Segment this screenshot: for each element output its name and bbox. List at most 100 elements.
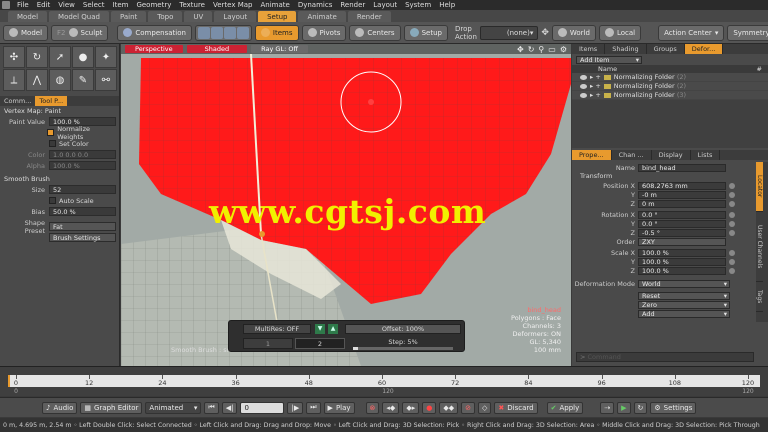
brush-settings-button[interactable]: Brush Settings — [49, 233, 116, 242]
eye-icon[interactable] — [580, 92, 587, 98]
tab-animate[interactable]: Animate — [298, 11, 346, 22]
keyframe-dot-icon[interactable] — [729, 229, 735, 236]
prev-key-icon[interactable]: ◀| — [221, 401, 238, 414]
menu-texture[interactable]: Texture — [175, 1, 209, 9]
weight-tool-icon[interactable]: ◍ — [49, 69, 71, 91]
menu-animate[interactable]: Animate — [256, 1, 293, 9]
order-select[interactable]: ZXY — [638, 237, 726, 246]
tab-render[interactable]: Render — [347, 11, 391, 22]
side-tab-tags[interactable]: Tags — [756, 282, 763, 312]
color-field[interactable]: 1.0 0.0 0.0 — [49, 150, 116, 159]
tab-groups[interactable]: Groups — [647, 44, 685, 54]
tab-paint[interactable]: Paint — [110, 11, 147, 22]
step-slider[interactable] — [353, 347, 453, 350]
play-button[interactable]: ▶ Play — [323, 401, 355, 414]
tab-model-quad[interactable]: Model Quad — [49, 11, 109, 22]
tab-channels[interactable]: Chan ... — [612, 150, 652, 160]
menu-item[interactable]: Item — [109, 1, 133, 9]
position-y-field[interactable]: -0 m — [638, 190, 726, 199]
keyframe-dot-icon[interactable] — [729, 211, 735, 218]
tab-items[interactable]: Items — [572, 44, 606, 54]
keyframe-dot-icon[interactable] — [729, 258, 735, 265]
menu-view[interactable]: View — [54, 1, 79, 9]
alpha-field[interactable]: 100.0 % — [49, 161, 116, 170]
menu-edit[interactable]: Edit — [33, 1, 55, 9]
menu-file[interactable]: File — [13, 1, 33, 9]
offset-slider[interactable]: Offset: 100% — [345, 324, 461, 334]
side-tab-user-channels[interactable]: User Channels — [756, 212, 763, 282]
settings-view-icon[interactable]: ⚙ — [560, 45, 567, 54]
pointer-tool-icon[interactable]: ➚ — [49, 46, 71, 68]
scale-x-field[interactable]: 100.0 % — [638, 248, 726, 257]
multires-toggle[interactable]: MultiRes: OFF — [243, 324, 311, 334]
transform-tool-icon[interactable]: ✣ — [3, 46, 25, 68]
eye-icon[interactable] — [580, 83, 587, 89]
scale-y-field[interactable]: 100.0 % — [638, 257, 726, 266]
name-field[interactable]: bind_head — [638, 163, 726, 172]
apply-button[interactable]: ✔ Apply — [546, 401, 584, 414]
command-input[interactable]: > Command — [576, 352, 754, 362]
auto-scale-checkbox[interactable] — [49, 197, 56, 204]
current-frame-marker[interactable] — [8, 375, 10, 387]
settings-button[interactable]: ⚙ Settings — [650, 401, 697, 414]
auto-key-icon[interactable]: ⊗ — [365, 401, 380, 414]
step-back-icon[interactable]: ⇢ — [600, 401, 615, 414]
size-field[interactable]: 52 — [49, 185, 116, 194]
rotation-z-field[interactable]: -0.5 ° — [638, 228, 726, 237]
position-x-field[interactable]: 608.2763 mm — [638, 181, 726, 190]
polygon-mode-icon[interactable] — [223, 26, 236, 39]
chain-tool-icon[interactable]: ⚯ — [95, 69, 117, 91]
normalize-weights-row[interactable]: Normalize Weights — [0, 125, 119, 141]
keyframe-dot-icon[interactable] — [729, 249, 735, 256]
menu-select[interactable]: Select — [79, 1, 109, 9]
tree-row-folder[interactable]: ▸ + Normalizing Folder (2) — [572, 82, 768, 91]
world-button[interactable]: World — [551, 24, 596, 41]
shape-preset-select[interactable]: Fat — [49, 222, 116, 231]
shading-menu[interactable]: Shaded — [186, 45, 248, 53]
timeline[interactable]: 0 12 24 36 48 60 72 84 96 108 120 0 120 120 — [0, 366, 768, 396]
next-key-icon[interactable]: |▶ — [287, 401, 304, 414]
locator-center[interactable] — [368, 99, 374, 105]
compensation-button[interactable]: Compensation — [117, 24, 192, 41]
menu-geometry[interactable]: Geometry — [132, 1, 175, 9]
tab-shading[interactable]: Shading — [605, 44, 647, 54]
tree-row-folder[interactable]: ▸ + Normalizing Folder (3) — [572, 91, 768, 100]
pivots-button[interactable]: Pivots — [301, 24, 347, 41]
delete-key-icon[interactable]: ⊘ — [461, 401, 475, 414]
action-center-button[interactable]: Action Center ▾ — [658, 24, 725, 41]
animated-select[interactable]: Animated ▾ — [145, 401, 202, 414]
rotation-y-field[interactable]: 0.0 ° — [638, 219, 726, 228]
level-down-icon[interactable]: ▼ — [315, 324, 325, 334]
menu-render[interactable]: Render — [336, 1, 369, 9]
material-mode-icon[interactable] — [236, 26, 249, 39]
eye-icon[interactable] — [580, 74, 587, 80]
edge-mode-icon[interactable] — [210, 26, 223, 39]
tab-model[interactable]: Model — [8, 11, 48, 22]
symmetry-button[interactable]: Symmetry: Off▾ — [727, 24, 768, 41]
graph-editor-button[interactable]: ▦ Graph Editor — [80, 401, 143, 414]
tab-uv[interactable]: UV — [184, 11, 213, 22]
keyframe-dot-icon[interactable] — [729, 191, 735, 198]
timeline-ruler[interactable]: 0 12 24 36 48 60 72 84 96 108 120 — [8, 375, 760, 387]
menu-system[interactable]: System — [401, 1, 435, 9]
raygl-menu[interactable]: Ray GL: Off — [251, 45, 308, 53]
reset-dropdown[interactable]: Reset ▾ — [638, 291, 730, 300]
key-options-icon[interactable]: ◇ — [478, 401, 492, 414]
add-dropdown[interactable]: Add ▾ — [638, 309, 730, 318]
add-item-dropdown[interactable]: Add Item ▾ — [576, 55, 642, 64]
tab-tool-properties[interactable]: Tool P... — [35, 96, 68, 106]
tree-row-folder[interactable]: ▸ + Normalizing Folder (2) — [572, 73, 768, 82]
record-icon[interactable]: ● — [422, 401, 437, 414]
rotation-x-field[interactable]: 0.0 ° — [638, 210, 726, 219]
keyframe-dot-icon[interactable] — [729, 200, 735, 207]
light-tool-icon[interactable]: ✦ — [95, 46, 117, 68]
keyframe-dot-icon[interactable] — [729, 220, 735, 227]
paint-tool-icon[interactable]: ✎ — [72, 69, 94, 91]
discard-button[interactable]: ✖ Discard — [494, 401, 538, 414]
auto-scale-row[interactable]: Auto Scale — [0, 195, 119, 206]
tab-deformers[interactable]: Defor... — [684, 44, 724, 54]
level-up-icon[interactable]: ▲ — [328, 324, 338, 334]
tab-lists[interactable]: Lists — [691, 150, 721, 160]
key-next-icon[interactable]: ◆▸ — [402, 401, 420, 414]
tab-commands[interactable]: Comm... — [0, 96, 35, 106]
